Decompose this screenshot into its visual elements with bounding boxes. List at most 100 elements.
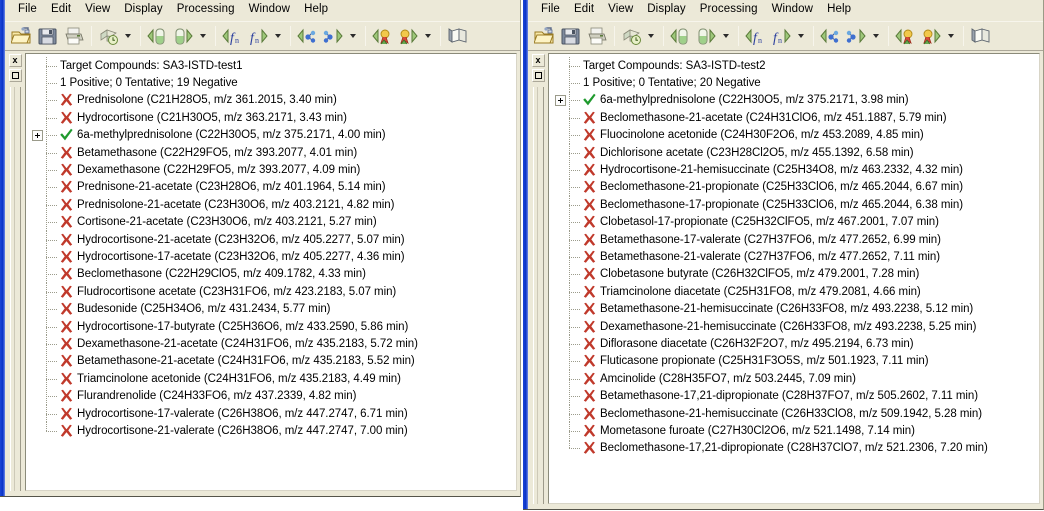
tree-row[interactable]: Betamethasone-17,21-dipropionate (C28H37… [549, 387, 1039, 405]
tree-row[interactable]: Prednisolone-21-acetate (C23H30O6, m/z 4… [26, 196, 516, 214]
browser-book-icon[interactable] [445, 24, 470, 48]
tree-row[interactable]: Prednisolone (C21H28O5, m/z 361.2015, 3.… [26, 91, 516, 109]
next-sample-icon[interactable] [694, 24, 719, 48]
tree-row[interactable]: Betamethasone-21-acetate (C24H31FO6, m/z… [26, 352, 516, 370]
tree-row[interactable]: Betamethasone-17-valerate (C27H37FO6, m/… [549, 231, 1039, 249]
next-function-icon[interactable]: f n [246, 24, 271, 48]
menu-edit[interactable]: Edit [44, 1, 78, 19]
history-dropdown-arrow-icon[interactable] [645, 24, 657, 48]
tree-row[interactable]: Prednisone-21-acetate (C23H28O6, m/z 401… [26, 178, 516, 196]
function-dropdown-arrow-icon[interactable] [272, 24, 284, 48]
component-dropdown-arrow-icon[interactable] [870, 24, 882, 48]
browser-book-icon[interactable] [968, 24, 993, 48]
menu-view[interactable]: View [601, 1, 640, 19]
open-folder-icon[interactable] [9, 24, 34, 48]
function-dropdown-arrow-icon[interactable] [795, 24, 807, 48]
tree-row[interactable]: Beclomethasone-21-acetate (C24H31ClO6, m… [549, 109, 1039, 127]
next-function-icon[interactable]: f n [769, 24, 794, 48]
tree-row[interactable]: Hydrocortisone-21-hemisuccinate (C25H34O… [549, 161, 1039, 179]
sample-dropdown-arrow-icon[interactable] [720, 24, 732, 48]
previous-sample-icon[interactable] [668, 24, 693, 48]
tree-row[interactable]: 6a-methylprednisolone (C22H30O5, m/z 375… [549, 91, 1039, 109]
previous-component-icon[interactable] [818, 24, 843, 48]
panel-restore-button[interactable] [531, 69, 545, 82]
print-icon[interactable] [61, 24, 86, 48]
tree-row[interactable]: Hydrocortisone (C21H30O5, m/z 363.2171, … [26, 109, 516, 127]
tree-row[interactable]: Clobetasone butyrate (C26H32ClFO5, m/z 4… [549, 265, 1039, 283]
tree-row[interactable]: Dexamethasone-21-hemisuccinate (C26H33FO… [549, 318, 1039, 336]
tree-row[interactable]: Mometasone furoate (C27H30Cl2O6, m/z 521… [549, 422, 1039, 440]
tree-row[interactable]: Hydrocortisone-17-acetate (C23H32O6, m/z… [26, 248, 516, 266]
tree-row[interactable]: Beclomethasone-21-hemisuccinate (C26H33C… [549, 405, 1039, 422]
menu-display[interactable]: Display [117, 1, 169, 19]
menu-window[interactable]: Window [765, 1, 821, 19]
save-disk-icon[interactable] [558, 24, 583, 48]
menu-display[interactable]: Display [640, 1, 692, 19]
panel-restore-button[interactable] [8, 69, 22, 82]
menu-help[interactable]: Help [820, 1, 858, 19]
tree-row[interactable]: Amcinolide (C28H35FO7, m/z 503.2445, 7.0… [549, 370, 1039, 388]
tree-summary-row[interactable]: 1 Positive; 0 Tentative; 20 Negative [549, 74, 1039, 92]
menu-processing[interactable]: Processing [693, 1, 765, 19]
tree-row[interactable]: Diflorasone diacetate (C26H32F2O7, m/z 4… [549, 335, 1039, 353]
tree-row[interactable]: Fluocinolone acetonide (C24H30F2O6, m/z … [549, 126, 1039, 144]
tree-row[interactable]: Fluticasone propionate (C25H31F3O5S, m/z… [549, 352, 1039, 370]
panel-close-button[interactable]: x [531, 54, 545, 67]
next-component-icon[interactable] [321, 24, 346, 48]
menu-processing[interactable]: Processing [170, 1, 242, 19]
tree-row[interactable]: Fludrocortisone acetate (C23H31FO6, m/z … [26, 283, 516, 301]
panel-close-button[interactable]: x [8, 54, 22, 67]
history-clock-icon[interactable] [619, 24, 644, 48]
tree-row[interactable]: Betamethasone (C22H29FO5, m/z 393.2077, … [26, 144, 516, 162]
previous-function-icon[interactable]: f n [743, 24, 768, 48]
previous-sample-icon[interactable] [145, 24, 170, 48]
tree-row[interactable]: Dichlorisone acetate (C23H28Cl2O5, m/z 4… [549, 144, 1039, 162]
tree-row[interactable]: Budesonide (C25H34O6, m/z 431.2434, 5.77… [26, 300, 516, 318]
menu-file[interactable]: File [11, 1, 44, 19]
tree-row[interactable]: 6a-methylprednisolone (C22H30O5, m/z 375… [26, 126, 516, 144]
previous-peak-icon[interactable] [893, 24, 918, 48]
tree-row[interactable]: Dexamethasone (C22H29FO5, m/z 393.2077, … [26, 161, 516, 179]
tree-row[interactable]: Beclomethasone (C22H29ClO5, m/z 409.1782… [26, 265, 516, 283]
next-component-icon[interactable] [844, 24, 869, 48]
previous-function-icon[interactable]: f n [220, 24, 245, 48]
open-folder-icon[interactable] [532, 24, 557, 48]
expand-node-icon[interactable] [32, 129, 43, 141]
tree-row[interactable]: Beclomethasone-17,21-dipropionate (C28H3… [549, 439, 1039, 457]
target-compounds-tree-left[interactable]: Target Compounds: SA3-ISTD-test1 1 Positi… [25, 53, 517, 491]
history-dropdown-arrow-icon[interactable] [122, 24, 134, 48]
tree-row[interactable]: Betamethasone-21-valerate (C27H37FO6, m/… [549, 248, 1039, 266]
tree-row[interactable]: Triamcinolone acetonide (C24H31FO6, m/z … [26, 370, 516, 388]
menu-window[interactable]: Window [242, 1, 298, 19]
target-compounds-tree-right[interactable]: Target Compounds: SA3-ISTD-test2 1 Positi… [548, 53, 1040, 504]
menu-edit[interactable]: Edit [567, 1, 601, 19]
sample-dropdown-arrow-icon[interactable] [197, 24, 209, 48]
tree-row[interactable]: Clobetasol-17-propionate (C25H32ClFO5, m… [549, 213, 1039, 231]
tree-row[interactable]: Flurandrenolide (C24H33FO6, m/z 437.2339… [26, 387, 516, 405]
menu-file[interactable]: File [534, 1, 567, 19]
menu-help[interactable]: Help [297, 1, 335, 19]
print-icon[interactable] [584, 24, 609, 48]
next-peak-icon[interactable] [396, 24, 421, 48]
peak-dropdown-arrow-icon[interactable] [422, 24, 434, 48]
previous-component-icon[interactable] [295, 24, 320, 48]
tree-row[interactable]: Betamethasone-21-hemisuccinate (C26H33FO… [549, 300, 1039, 318]
tree-row[interactable]: Beclomethasone-21-propionate (C25H33ClO6… [549, 178, 1039, 196]
tree-row[interactable]: Hydrocortisone-17-valerate (C26H38O6, m/… [26, 405, 516, 422]
menu-view[interactable]: View [78, 1, 117, 19]
save-disk-icon[interactable] [35, 24, 60, 48]
tree-row[interactable]: Cortisone-21-acetate (C23H30O6, m/z 403.… [26, 213, 516, 231]
next-peak-icon[interactable] [919, 24, 944, 48]
next-sample-icon[interactable] [171, 24, 196, 48]
tree-row[interactable]: Dexamethasone-21-acetate (C24H31FO6, m/z… [26, 335, 516, 353]
tree-row[interactable]: Triamcinolone diacetate (C25H31FO8, m/z … [549, 283, 1039, 301]
previous-peak-icon[interactable] [370, 24, 395, 48]
tree-title-row[interactable]: Target Compounds: SA3-ISTD-test1 [26, 57, 516, 75]
tree-row[interactable]: Hydrocortisone-21-valerate (C26H38O6, m/… [26, 422, 516, 439]
history-clock-icon[interactable] [96, 24, 121, 48]
tree-summary-row[interactable]: 1 Positive; 0 Tentative; 19 Negative [26, 74, 516, 92]
tree-row[interactable]: Beclomethasone-17-propionate (C25H33ClO6… [549, 196, 1039, 214]
tree-row[interactable]: Hydrocortisone-17-butyrate (C25H36O6, m/… [26, 318, 516, 336]
tree-row[interactable]: Hydrocortisone-21-acetate (C23H32O6, m/z… [26, 231, 516, 249]
tree-title-row[interactable]: Target Compounds: SA3-ISTD-test2 [549, 57, 1039, 75]
